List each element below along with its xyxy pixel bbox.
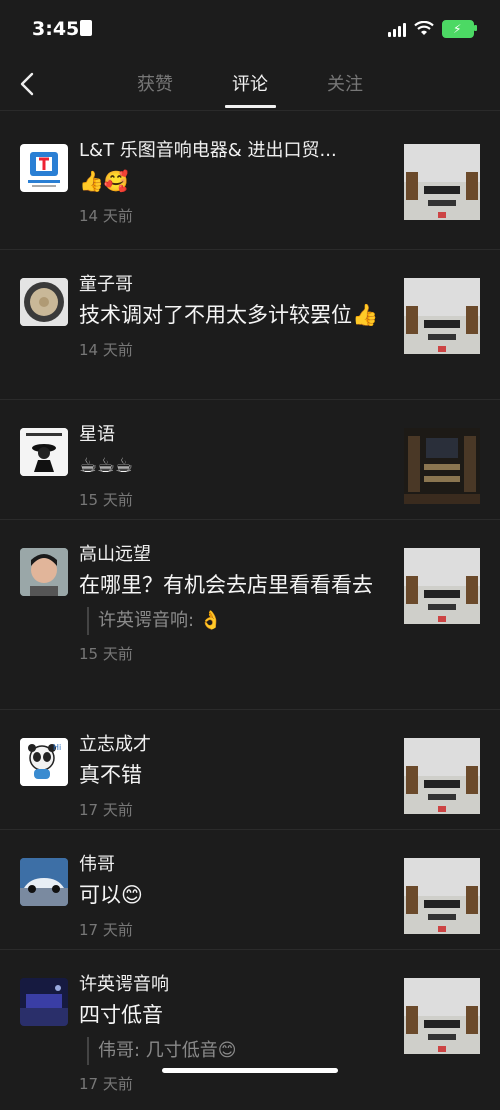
comment-text: 可以😊	[79, 883, 143, 907]
avatar[interactable]	[20, 278, 68, 326]
commenter-name[interactable]: 许英谔音响	[79, 970, 379, 1000]
signal-icon	[388, 22, 406, 37]
tab-likes[interactable]: 获赞	[108, 70, 203, 96]
commenter-name[interactable]: 伟哥	[79, 850, 379, 880]
video-thumbnail[interactable]	[404, 278, 480, 354]
status-icons: ⚡	[388, 20, 477, 38]
comment-text: 四寸低音	[79, 1003, 163, 1027]
avatar[interactable]	[20, 978, 68, 1026]
list-item[interactable]: 高山远望 在哪里？有机会去店里看看看去 许英谔音响: 👌 15 天前	[0, 520, 500, 710]
commenter-name[interactable]: 立志成才	[79, 730, 379, 760]
home-indicator[interactable]	[162, 1068, 338, 1073]
comment-time: 15 天前	[79, 645, 133, 663]
video-thumbnail[interactable]	[404, 858, 480, 934]
video-thumbnail[interactable]	[404, 738, 480, 814]
comment-text: 真不错	[79, 763, 142, 787]
comment-time: 17 天前	[79, 1075, 133, 1093]
video-thumbnail[interactable]	[404, 144, 480, 220]
list-item[interactable]: Hi 立志成才 真不错 17 天前	[0, 710, 500, 830]
list-item[interactable]: 许英谔音响 四寸低音 伟哥: 几寸低音😊 17 天前	[0, 950, 500, 1110]
commenter-name[interactable]: 童子哥	[79, 270, 379, 300]
comment-text: 👍🥰	[79, 169, 129, 193]
video-thumbnail[interactable]	[404, 978, 480, 1054]
tab-comments[interactable]: 评论	[203, 70, 298, 108]
orientation-lock-icon	[80, 20, 92, 36]
top-nav: 获赞 评论 关注	[0, 58, 500, 111]
avatar[interactable]	[20, 144, 68, 192]
list-item[interactable]: 童子哥 技术调对了不用太多计较罢位👍 14 天前	[0, 250, 500, 400]
tab-bar: 获赞 评论 关注	[0, 70, 500, 108]
comment-text: 在哪里？有机会去店里看看看去	[79, 573, 373, 597]
avatar[interactable]	[20, 858, 68, 906]
list-item[interactable]: L&T 乐图音响电器& 进出口贸... 👍🥰 14 天前	[0, 116, 500, 250]
comment-text: ☕☕☕	[79, 453, 133, 477]
video-thumbnail[interactable]	[404, 548, 480, 624]
wifi-icon	[414, 21, 434, 35]
avatar[interactable]	[20, 548, 68, 596]
status-time: 3:45	[32, 18, 80, 40]
avatar[interactable]	[20, 428, 68, 476]
comment-list: L&T 乐图音响电器& 进出口贸... 👍🥰 14 天前 童子哥 技术调对了不用…	[0, 116, 500, 1110]
status-bar: 3:45 ⚡	[0, 0, 500, 58]
battery-icon: ⚡	[442, 20, 477, 38]
comment-text: 技术调对了不用太多计较罢位👍	[79, 303, 379, 327]
list-item[interactable]: 伟哥 可以😊 17 天前	[0, 830, 500, 950]
commenter-name[interactable]: L&T 乐图音响电器& 进出口贸...	[79, 136, 379, 166]
avatar[interactable]: Hi	[20, 738, 68, 786]
commenter-name[interactable]: 高山远望	[79, 540, 379, 570]
list-item[interactable]: 星语 ☕☕☕ 15 天前	[0, 400, 500, 520]
svg-text:Hi: Hi	[53, 743, 61, 752]
video-thumbnail[interactable]	[404, 428, 480, 504]
commenter-name[interactable]: 星语	[79, 420, 379, 450]
tab-follows[interactable]: 关注	[298, 70, 393, 96]
